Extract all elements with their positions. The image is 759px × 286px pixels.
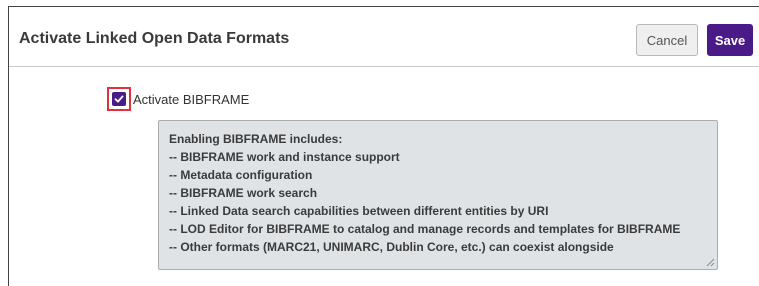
info-line: -- Linked Data search capabilities betwe… [169, 204, 549, 218]
dialog-panel: Activate Linked Open Data Formats Cancel… [8, 6, 759, 286]
save-button[interactable]: Save [707, 24, 753, 56]
info-line: -- BIBFRAME work search [169, 186, 318, 200]
resize-handle-icon[interactable] [706, 258, 715, 267]
checkmark-icon [114, 95, 124, 103]
info-line: -- Metadata configuration [169, 168, 313, 182]
activate-bibframe-label[interactable]: Activate BIBFRAME [133, 92, 249, 107]
info-line: -- BIBFRAME work and instance support [169, 150, 400, 164]
checkbox-highlight [107, 87, 131, 111]
info-line: -- Other formats (MARC21, UNIMARC, Dubli… [169, 240, 614, 254]
activate-bibframe-checkbox[interactable] [112, 92, 126, 106]
dialog-header: Activate Linked Open Data Formats Cancel… [9, 7, 759, 67]
bibframe-info-textarea[interactable]: Enabling BIBFRAME includes: -- BIBFRAME … [158, 120, 718, 270]
info-line: -- LOD Editor for BIBFRAME to catalog an… [169, 222, 681, 236]
cancel-button[interactable]: Cancel [636, 24, 698, 56]
info-line: Enabling BIBFRAME includes: [169, 132, 343, 146]
page-title: Activate Linked Open Data Formats [19, 30, 290, 47]
